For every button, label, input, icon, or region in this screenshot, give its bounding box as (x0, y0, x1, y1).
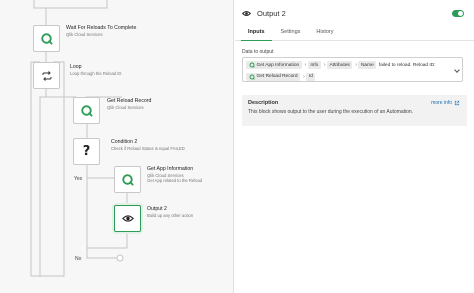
tab-settings[interactable]: Settings (274, 26, 308, 41)
loop-block[interactable] (33, 62, 60, 89)
qlik-icon (41, 33, 53, 45)
chevron-right-icon: › (355, 62, 357, 68)
data-to-output-field[interactable]: Get App Information › Info › Attributes … (242, 57, 463, 82)
chip-get-app-information[interactable]: Get App Information (246, 61, 302, 69)
loop-label: Loop Loop through the Reload ID (70, 64, 122, 76)
panel-title: Output 2 (257, 8, 286, 18)
more-info-link[interactable]: more info (431, 100, 460, 106)
chip-attributes[interactable]: Attributes (327, 61, 353, 69)
get-reload-record-label: Get Reload Record Qlik Cloud Services (107, 98, 152, 110)
qlik-icon (249, 74, 255, 80)
wait-for-reloads-label: Wait For Reloads To Complete Qlik Cloud … (66, 25, 137, 37)
chip-get-reload-record[interactable]: Get Reload Record (246, 72, 301, 81)
panel-tabs: Inputs Settings History (235, 26, 474, 41)
enabled-toggle[interactable] (452, 10, 464, 17)
description-box: Description This block shows output to t… (242, 95, 467, 126)
data-to-output-label: Data to output (242, 49, 274, 55)
qlik-icon (81, 105, 93, 117)
branch-yes-label: Yes (74, 176, 83, 182)
question-icon: ? (82, 144, 91, 159)
automation-canvas[interactable]: Wait For Reloads To Complete Qlik Cloud … (0, 0, 234, 293)
chip-info[interactable]: Info (307, 61, 321, 69)
description-title: Description (248, 100, 279, 106)
branch-no-label: No (75, 256, 82, 262)
eye-icon (121, 215, 134, 222)
get-reload-record-block[interactable] (73, 97, 100, 124)
field-row-1: Get App Information › Info › Attributes … (246, 60, 459, 70)
chevron-right-icon: › (304, 62, 307, 68)
get-app-information-block[interactable] (114, 166, 141, 193)
qlik-icon (249, 62, 255, 68)
description-text: This block shows output to the user duri… (248, 109, 414, 115)
chevron-right-icon: › (323, 62, 326, 68)
external-link-icon (454, 100, 460, 106)
output-2-block[interactable] (114, 205, 141, 232)
output-text: failed to reload. Reload ID: (378, 62, 436, 68)
output-2-label: Output 2 Build up any other action (147, 206, 194, 218)
loop-icon (42, 70, 51, 81)
tab-history[interactable]: History (309, 26, 340, 41)
eye-icon (242, 10, 251, 16)
chip-id[interactable]: Id (306, 72, 316, 81)
get-app-information-label: Get App Information Qlik Cloud Services … (147, 166, 203, 183)
field-row-2: Get Reload Record › Id (246, 72, 459, 82)
panel-header: Output 2 (235, 0, 474, 26)
condition-block[interactable]: ? (73, 138, 100, 165)
condition-label: Condition 2 Check if Reload Status is eq… (111, 139, 185, 151)
chevron-right-icon: › (303, 73, 305, 80)
tab-inputs[interactable]: Inputs (241, 26, 272, 41)
block-config-panel: Output 2 Inputs Settings History Data to… (235, 0, 474, 293)
qlik-icon (122, 174, 134, 186)
wait-for-reloads-block[interactable] (33, 25, 60, 52)
chip-name[interactable]: Name (358, 61, 377, 69)
